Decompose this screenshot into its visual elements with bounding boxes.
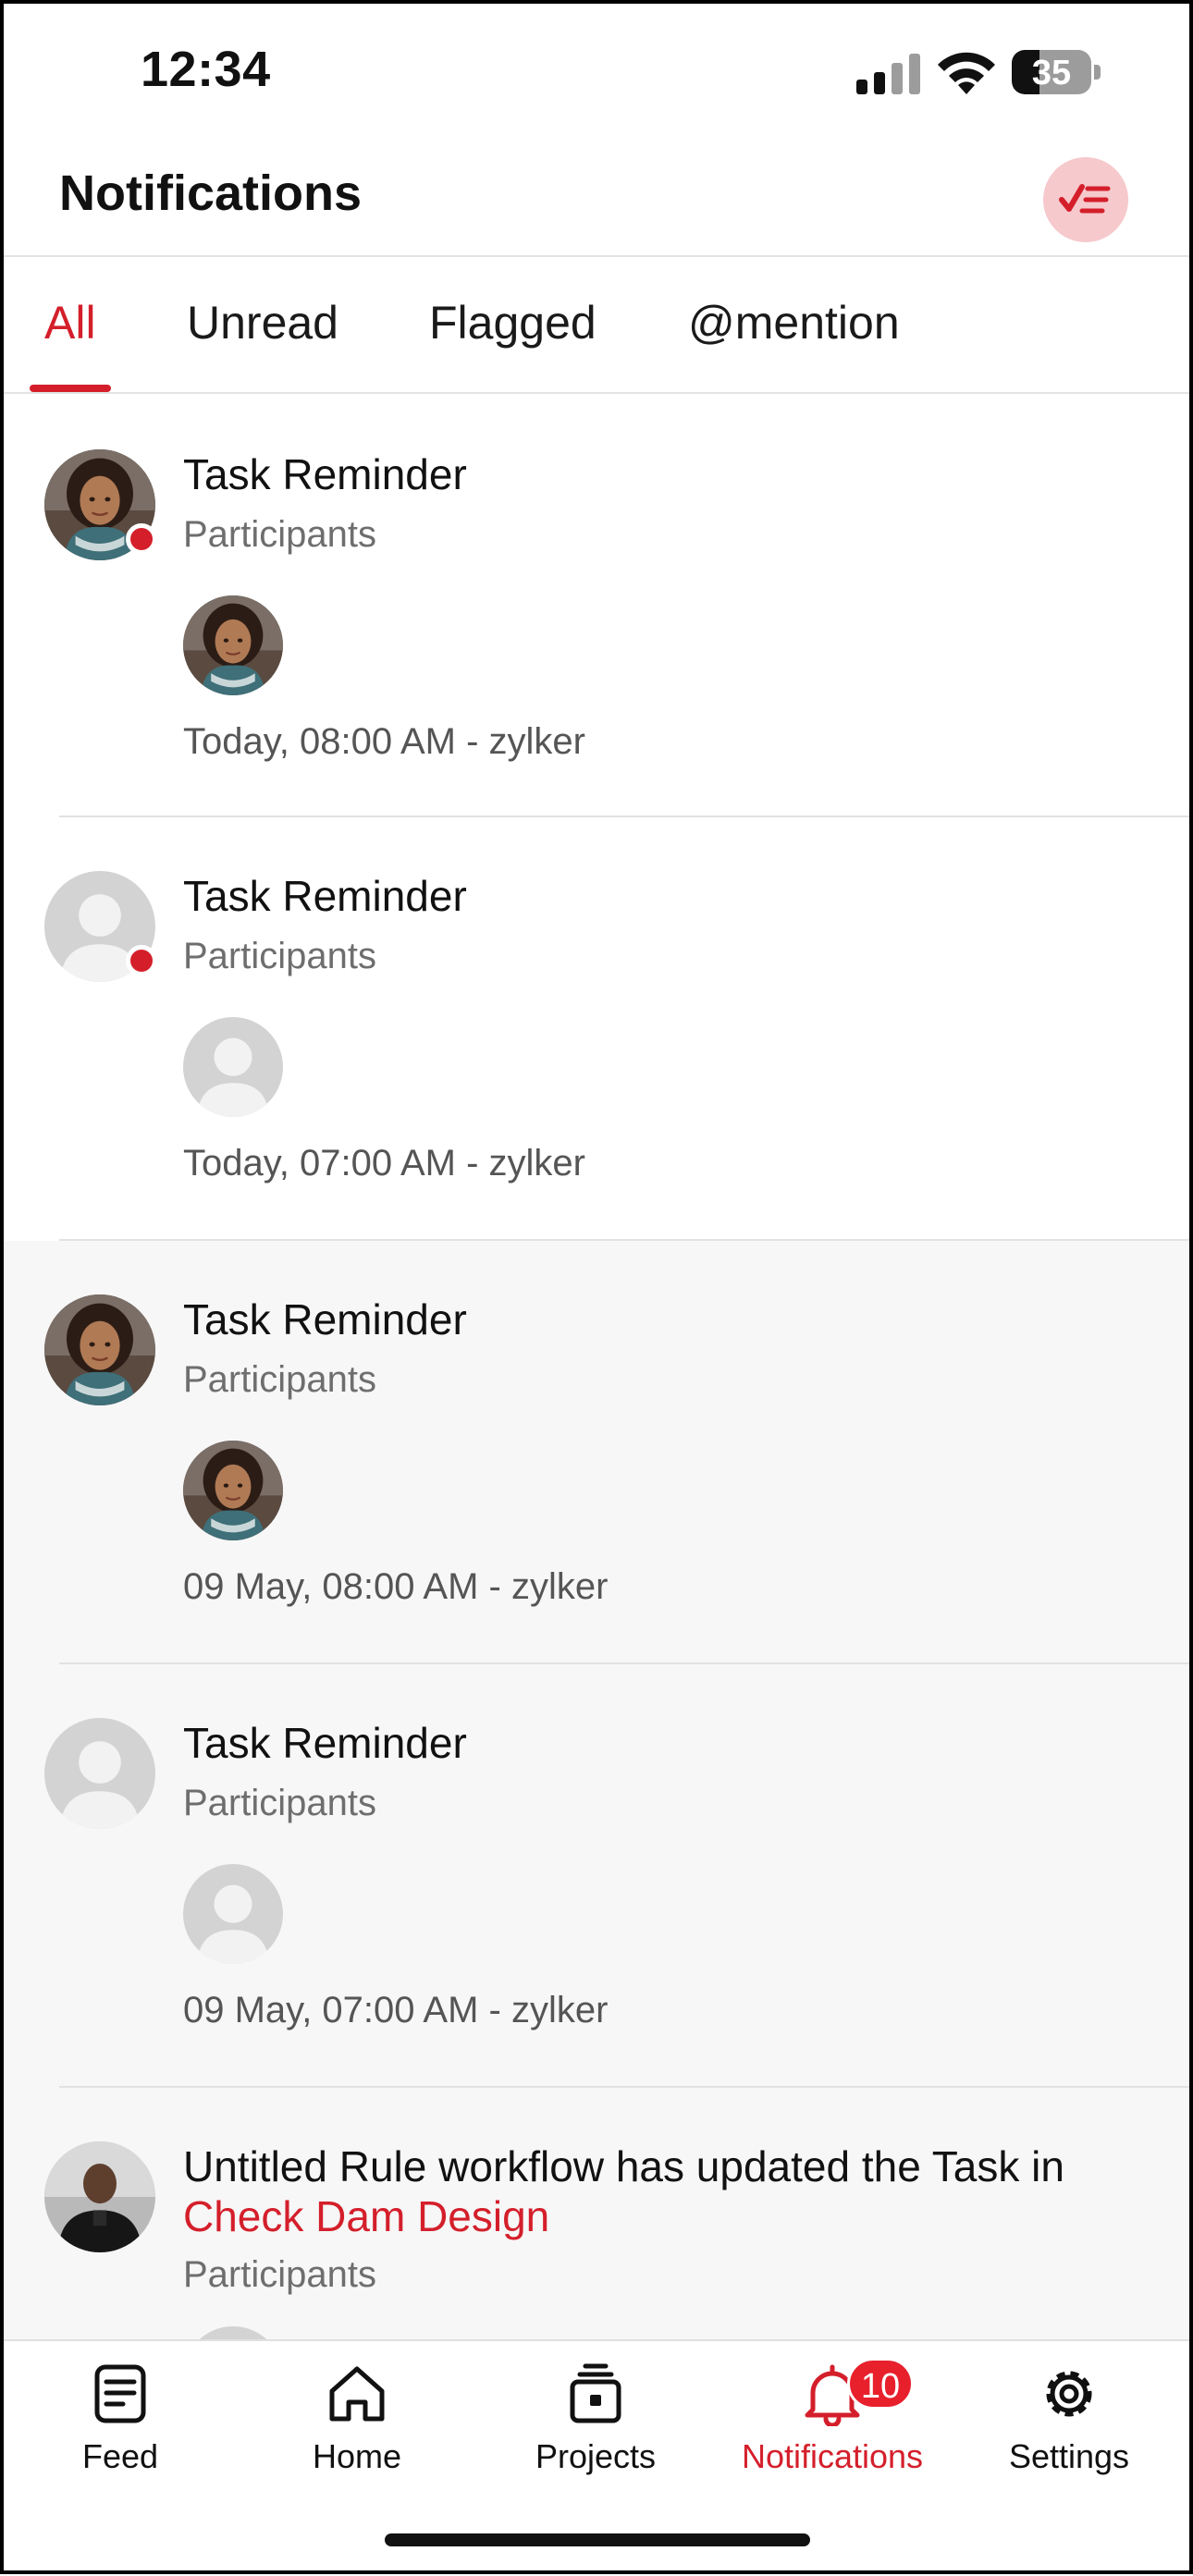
participant-avatar[interactable] [183,1017,283,1117]
tab-mention[interactable]: @mention [688,296,900,350]
notification-subtitle: Participants [183,2254,376,2295]
home-icon [329,2366,385,2422]
battery-percent: 35 [1031,54,1072,92]
tab-flagged[interactable]: Flagged [429,296,596,350]
nav-feed-label: Feed [81,2437,159,2475]
feed-icon [94,2364,146,2423]
nav-settings-label: Settings [1008,2437,1130,2475]
notification-item[interactable]: Untitled Rule workflow has updated the T… [0,2088,1193,2339]
notification-title: Task Reminder [183,872,467,920]
wifi-icon [938,52,995,94]
app-header: Notifications [0,139,1193,257]
notification-title: Task Reminder [183,1719,467,1767]
notification-title-text: Untitled Rule workflow has updated the T… [183,2142,1064,2190]
home-indicator[interactable] [385,2533,810,2546]
notification-timestamp: 09 May, 07:00 AM - zylker [183,1990,609,2030]
projects-icon [570,2363,621,2423]
nav-projects-label: Projects [535,2437,657,2475]
notification-timestamp: Today, 08:00 AM - zylker [183,721,585,762]
notification-subtitle: Participants [183,514,376,555]
tab-all[interactable]: All [44,296,96,350]
notification-subtitle: Participants [183,1783,376,1823]
notification-title: Task Reminder [183,450,467,498]
battery-indicator: 35 [1012,50,1101,94]
battery-body: 35 [1012,50,1091,94]
nav-home[interactable]: Home [255,2361,459,2476]
checklist-icon [1059,184,1111,214]
nav-notifications-label: Notifications [741,2437,924,2475]
notification-timestamp: Today, 07:00 AM - zylker [183,1143,585,1184]
participant-avatar[interactable] [183,1864,283,1964]
nav-home-label: Home [312,2437,402,2475]
notification-timestamp: 09 May, 08:00 AM - zylker [183,1566,609,1607]
notification-title: Task Reminder [183,1295,467,1343]
nav-feed[interactable]: Feed [18,2361,222,2476]
notification-subtitle: Participants [183,936,376,976]
cellular-signal-icon [856,54,920,94]
notification-item[interactable]: Task Reminder Participants Today, 07:00 … [0,817,1193,1241]
participant-avatar[interactable] [183,1441,283,1540]
unread-indicator [126,523,157,555]
notification-item[interactable]: Task Reminder Participants 09 May, 08:00… [0,1241,1193,1664]
active-tab-indicator [30,385,111,392]
notification-item[interactable]: Task Reminder Participants Today, 08:00 … [0,394,1193,817]
status-time: 12:34 [141,42,271,97]
battery-tip [1094,65,1101,80]
mark-all-read-button[interactable] [1043,157,1128,242]
avatar [44,2141,155,2252]
participant-avatar[interactable] [183,595,283,695]
avatar [44,1718,155,1829]
notification-title: Untitled Rule workflow has updated the T… [183,2141,1163,2241]
tab-unread[interactable]: Unread [187,296,338,350]
notification-item[interactable]: Task Reminder Participants 09 May, 07:00… [0,1664,1193,2088]
gear-icon [1046,2371,1092,2417]
filter-tabs: All Unread Flagged @mention [0,257,1193,394]
nav-notifications[interactable]: 10 Notifications [731,2358,934,2476]
notification-subtitle: Participants [183,1359,376,1400]
avatar [44,1294,155,1405]
project-link[interactable]: Check Dam Design [183,2192,549,2240]
status-bar: 12:34 35 [0,0,1193,139]
notification-list: Task Reminder Participants Today, 08:00 … [0,394,1193,2339]
participant-avatar[interactable] [183,2326,283,2339]
page-title: Notifications [59,166,363,221]
nav-settings[interactable]: Settings [967,2361,1171,2476]
unread-indicator [126,945,157,976]
nav-projects[interactable]: Projects [494,2361,697,2476]
notification-count-badge: 10 [847,2358,914,2410]
